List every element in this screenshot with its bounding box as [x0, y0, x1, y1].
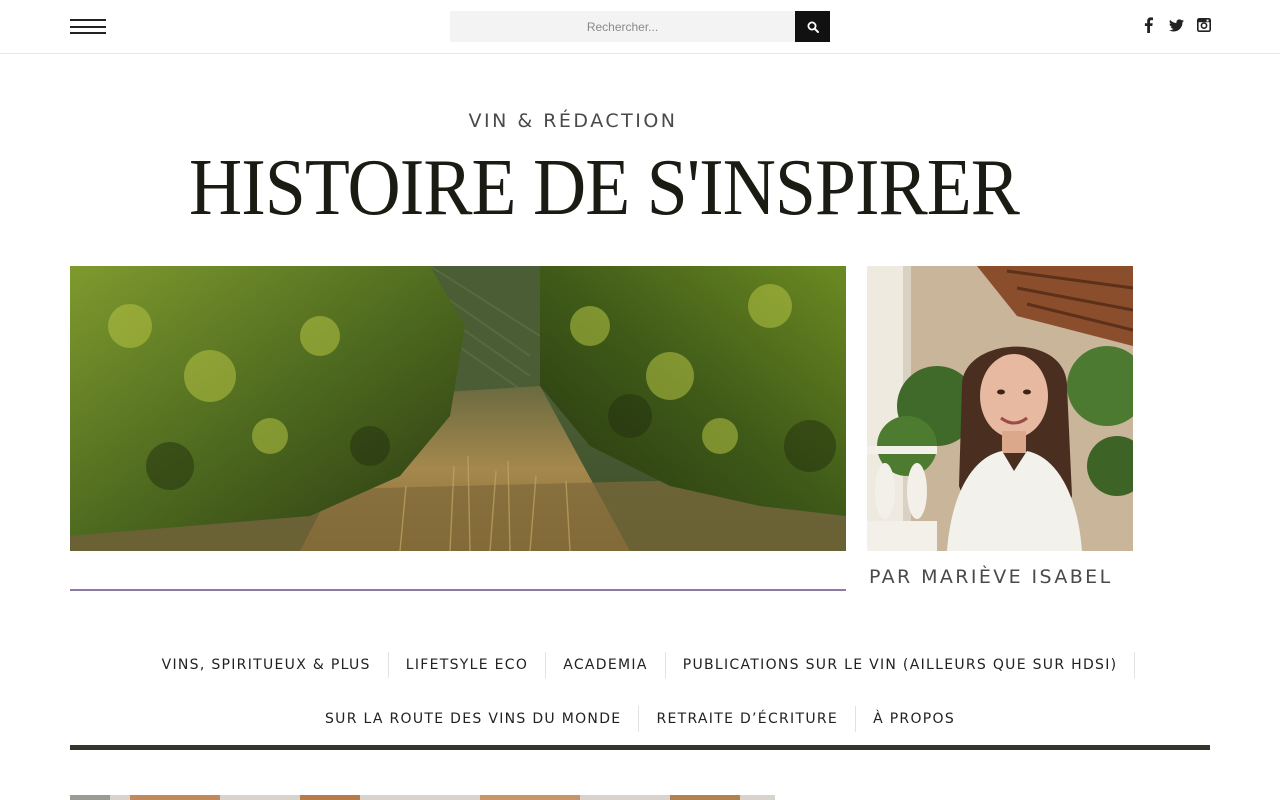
author-portrait	[867, 266, 1133, 551]
nav-item-lifestyle-eco[interactable]: LIFETSYLE ECO	[389, 652, 547, 678]
nav-item-a-propos[interactable]: À PROPOS	[856, 706, 972, 732]
main-nav-row-2: SUR LA ROUTE DES VINS DU MONDE RETRAITE …	[0, 706, 1280, 732]
search-input[interactable]	[450, 11, 795, 42]
author-byline: PAR MARIÈVE ISABEL	[869, 566, 1113, 588]
top-bar	[0, 0, 1280, 54]
main-nav-row-1: VINS, SPIRITUEUX & PLUS LIFETSYLE ECO AC…	[0, 652, 1280, 678]
post-thumbnail[interactable]	[70, 791, 775, 800]
nav-item-route-des-vins[interactable]: SUR LA ROUTE DES VINS DU MONDE	[308, 706, 640, 732]
menu-icon[interactable]	[70, 18, 106, 35]
nav-item-publications[interactable]: PUBLICATIONS SUR LE VIN (AILLEURS QUE SU…	[666, 652, 1136, 678]
search-button[interactable]	[795, 11, 830, 42]
search-form	[450, 11, 830, 42]
site-tagline: VIN & RÉDACTION	[468, 110, 678, 132]
nav-item-vins-spiritueux[interactable]: VINS, SPIRITUEUX & PLUS	[145, 652, 389, 678]
nav-divider	[70, 745, 1210, 750]
nav-item-retraite-ecriture[interactable]: RETRAITE D’ÉCRITURE	[639, 706, 857, 732]
search-icon	[807, 21, 819, 33]
nav-item-academia[interactable]: ACADEMIA	[546, 652, 666, 678]
accent-divider	[70, 589, 846, 591]
instagram-icon[interactable]	[1196, 16, 1212, 34]
site-title[interactable]: HISTOIRE DE S'INSPIRER	[48, 148, 1159, 228]
social-links	[1140, 16, 1212, 34]
facebook-icon[interactable]	[1140, 16, 1156, 34]
twitter-icon[interactable]	[1168, 16, 1184, 34]
vineyard-image	[70, 266, 846, 551]
